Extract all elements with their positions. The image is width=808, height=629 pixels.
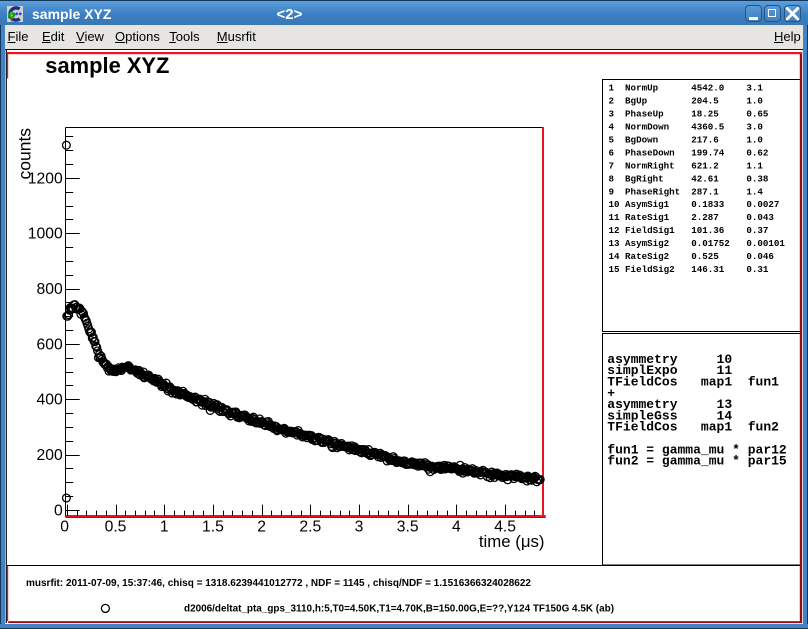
svg-text:time (μs): time (μs) [479,532,545,551]
svg-text:3.5: 3.5 [397,519,419,536]
svg-text:TFieldCos map1 fun1: TFieldCos map1 fun1 [607,374,779,389]
svg-text:12 FieldSig1 101.36 0.37: 12 FieldSig1 101.36 0.37 [609,225,769,236]
svg-text:2.5: 2.5 [299,519,321,536]
svg-text:0.5: 0.5 [105,519,127,536]
svg-text:7 NormRight 621.2 1.1: 7 NormRight 621.2 1.1 [609,160,764,171]
svg-text:sample XYZ: sample XYZ [45,53,169,78]
svg-text:800: 800 [37,281,63,298]
svg-text:0: 0 [54,502,63,519]
svg-text:200: 200 [37,447,63,464]
svg-text:3: 3 [355,519,364,536]
svg-text:11 RateSig1 2.287 0.043: 11 RateSig1 2.287 0.043 [609,212,775,223]
svg-text:4 NormDown 4360.5 3.0: 4 NormDown 4360.5 3.0 [609,122,763,133]
svg-text:musrfit: 2011-07-09, 15:37:46,: musrfit: 2011-07-09, 15:37:46, chisq = 1… [26,578,532,589]
svg-text:14 RateSig2 0.525 0.046: 14 RateSig2 0.525 0.046 [609,251,774,262]
svg-text:600: 600 [37,336,63,353]
svg-text:0: 0 [60,519,69,536]
svg-text:d2006/deltat_pta_gps_3110,h:5,: d2006/deltat_pta_gps_3110,h:5,T0=4.50K,T… [184,603,614,614]
svg-text:1.5: 1.5 [202,519,224,536]
svg-text:400: 400 [37,392,63,409]
svg-text:10 AsymSig1 0.1833 0.002: 10 AsymSig1 0.1833 0.0027 [609,199,780,210]
svg-text:1000: 1000 [28,226,63,243]
svg-text:5 BgDown 217.6 1.0: 5 BgDown 217.6 1.0 [609,135,763,146]
svg-text:4: 4 [452,519,461,536]
svg-text:6 PhaseDown 199.74 0.62: 6 PhaseDown 199.74 0.62 [609,147,769,158]
svg-text:1: 1 [160,519,169,536]
svg-text:TFieldCos map1 fun2: TFieldCos map1 fun2 [607,420,779,435]
svg-text:fun2 = gamma_mu * par15: fun2 = gamma_mu * par15 [607,454,787,469]
svg-text:1 NormUp 4542.0 3.1: 1 NormUp 4542.0 3.1 [609,83,764,94]
svg-text:2 BgUp 204.5 1.0: 2 BgUp 204.5 1.0 [609,96,763,107]
svg-text:2: 2 [257,519,266,536]
svg-text:counts: counts [15,128,35,180]
svg-text:13 AsymSig2 0.01752 0.001: 13 AsymSig2 0.01752 0.00101 [609,238,786,249]
svg-text:9 PhaseRight 287.1 1.4: 9 PhaseRight 287.1 1.4 [609,186,764,197]
svg-text:3 PhaseUp 18.25 0.65: 3 PhaseUp 18.25 0.65 [609,109,769,120]
svg-text:8 BgRight 42.61 0.38: 8 BgRight 42.61 0.38 [609,173,769,184]
svg-text:15 FieldSig2 146.31 0.31: 15 FieldSig2 146.31 0.31 [609,264,769,275]
